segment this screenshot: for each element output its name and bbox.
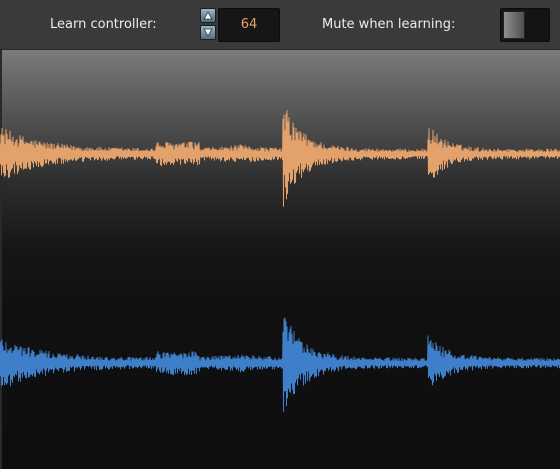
left-channel-waveform bbox=[0, 110, 560, 207]
increment-button[interactable] bbox=[200, 8, 216, 23]
waveform-canvas bbox=[0, 110, 560, 412]
mute-when-learning-label: Mute when learning: bbox=[322, 17, 456, 32]
controller-number-field[interactable]: 64 bbox=[218, 8, 280, 42]
learn-controller-label: Learn controller: bbox=[50, 17, 157, 32]
decrement-button[interactable] bbox=[200, 25, 216, 40]
arrow-up-icon bbox=[203, 11, 213, 20]
toolbar: Learn controller: 64 Mute when learning: bbox=[0, 0, 560, 50]
right-channel-waveform bbox=[0, 317, 560, 412]
arrow-down-icon bbox=[203, 28, 213, 37]
mute-when-learning-toggle[interactable] bbox=[500, 8, 550, 42]
controller-stepper[interactable] bbox=[199, 8, 217, 42]
controller-learn-panel: Learn controller: 64 Mute when learning: bbox=[0, 0, 560, 469]
waveform-display bbox=[0, 50, 560, 469]
toggle-knob[interactable] bbox=[503, 11, 525, 39]
